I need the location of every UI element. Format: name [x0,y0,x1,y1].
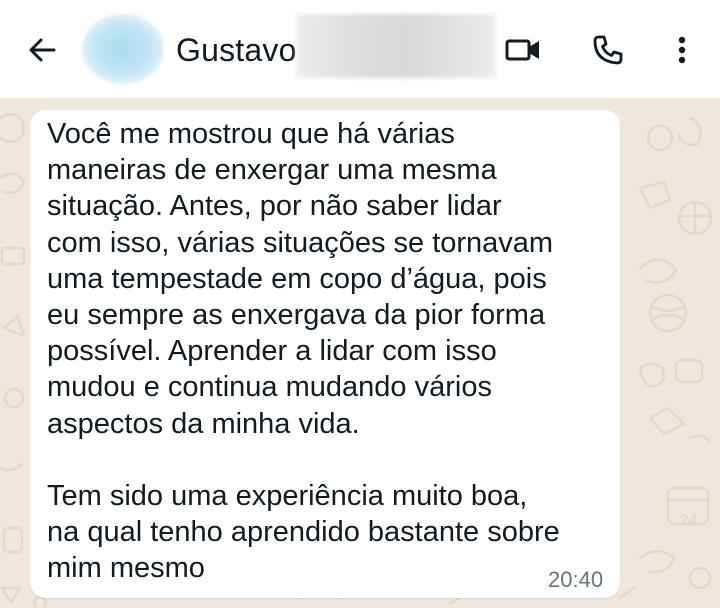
voice-call-button[interactable] [586,28,630,72]
message-timestamp: 20:40 [548,567,604,592]
contact-avatar[interactable] [82,14,164,84]
arrow-back-icon [29,38,56,62]
chat-header: Gustavo [0,0,720,98]
message-text: Você me mostrou que há várias maneiras d… [47,118,560,585]
name-redaction [296,14,496,78]
video-call-button[interactable] [501,28,545,72]
more-options-button[interactable] [660,28,704,72]
video-camera-icon [505,39,539,61]
back-button[interactable] [22,30,62,70]
contact-name[interactable]: Gustavo [176,30,297,70]
phone-icon [593,35,623,65]
svg-text:24: 24 [680,512,698,529]
more-vertical-icon [678,36,686,64]
